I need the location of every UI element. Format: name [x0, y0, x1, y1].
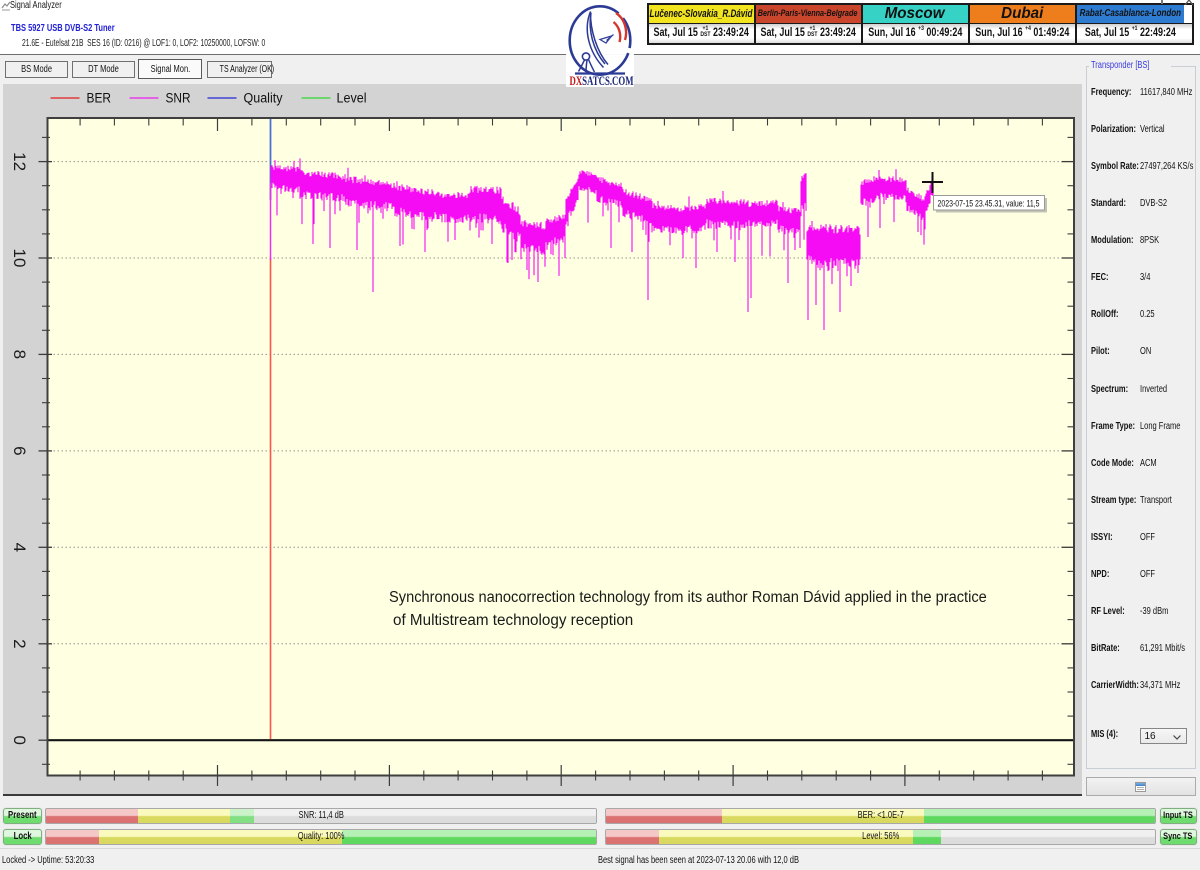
svg-text:8: 8 [10, 350, 29, 359]
svg-text:6: 6 [10, 446, 29, 455]
svg-text:12: 12 [10, 152, 29, 171]
svg-text:SNR: SNR [166, 91, 191, 106]
svg-text:10: 10 [10, 249, 29, 268]
svg-text:2023-07-15 23.45.31, value: 11: 2023-07-15 23.45.31, value: 11,5 [938, 198, 1040, 209]
svg-text:Quality: Quality [244, 91, 283, 106]
svg-text:DXSATCS.COM: DXSATCS.COM [570, 73, 634, 87]
svg-text:BER: BER [87, 91, 112, 106]
svg-text:4: 4 [10, 543, 29, 552]
svg-text:Level: Level [337, 91, 367, 106]
svg-text:2: 2 [10, 639, 29, 648]
svg-text:0: 0 [10, 735, 29, 744]
